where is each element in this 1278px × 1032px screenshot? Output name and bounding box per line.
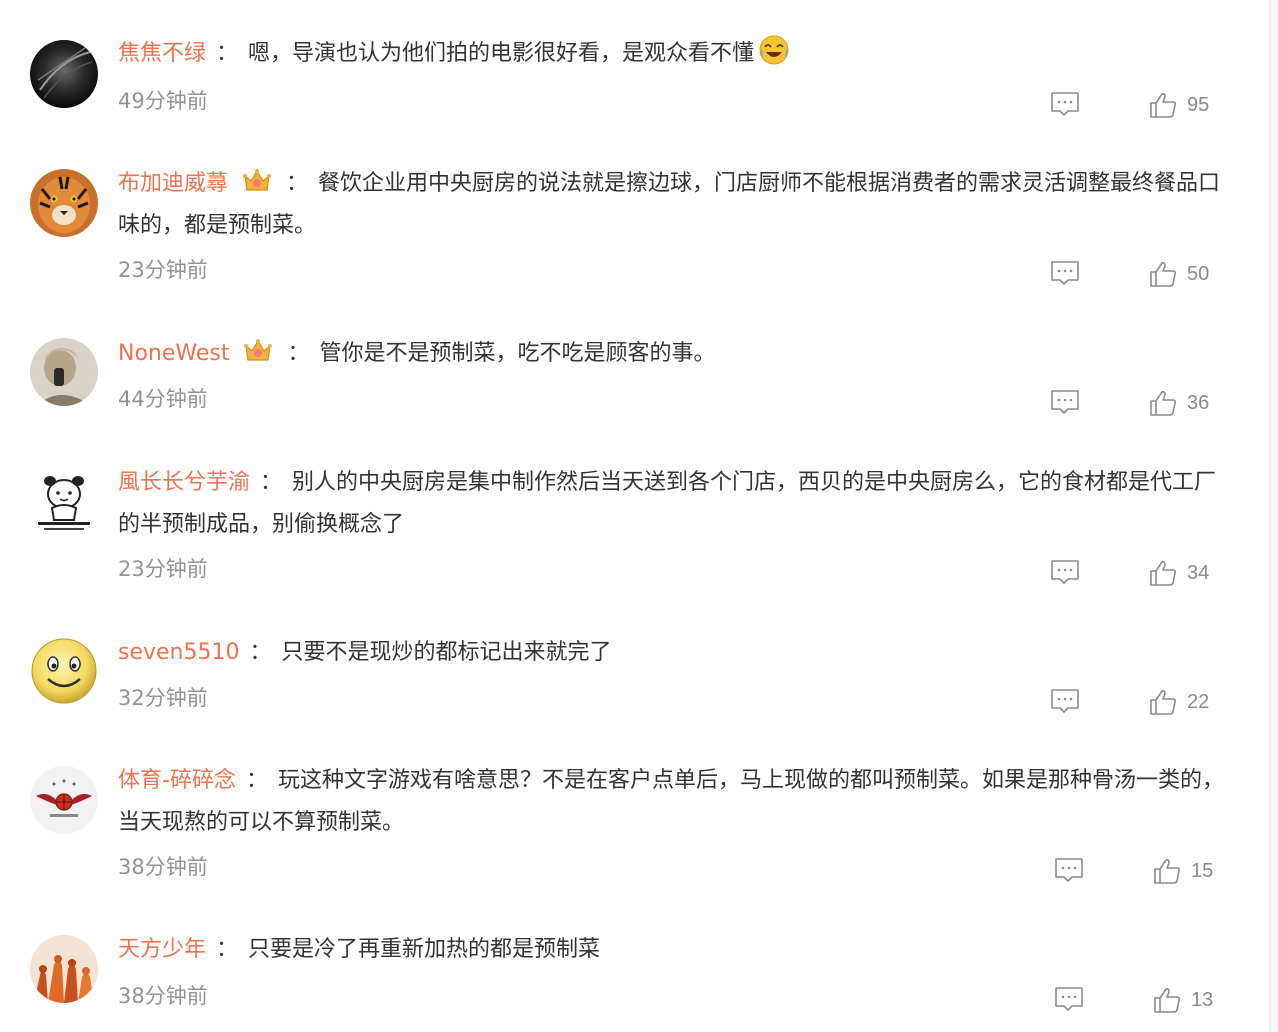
comment-time: 44分钟前 [118,387,208,411]
laughing-tears-icon [758,34,790,66]
thumbs-up-icon [1148,388,1178,418]
like-button[interactable]: 95 [1148,90,1209,120]
like-count: 50 [1187,262,1210,285]
reply-icon[interactable] [1049,558,1081,586]
comment-time: 32分钟前 [118,686,208,710]
thumbs-up-icon [1152,985,1182,1015]
thumbs-up-icon [1148,259,1178,289]
comment-time: 49分钟前 [118,89,208,113]
username[interactable]: 風长长兮芋渝 [118,470,250,495]
separator: ： [216,937,239,962]
like-button[interactable]: 34 [1148,558,1209,588]
avatar[interactable] [30,468,98,536]
username[interactable]: NoneWest [118,341,229,366]
thumbs-up-icon [1148,90,1178,120]
comment-time: 38分钟前 [118,855,208,879]
scrollbar[interactable] [1269,0,1278,1032]
like-count: 34 [1187,561,1210,584]
reply-icon[interactable] [1049,259,1081,287]
comment-text: 只要是冷了再重新加热的都是预制菜 [248,937,601,962]
like-button[interactable]: 36 [1148,388,1209,418]
reply-icon[interactable] [1049,388,1081,416]
avatar[interactable] [30,766,98,834]
username[interactable]: 体育-碎碎念 [118,768,236,793]
like-count: 36 [1187,391,1210,414]
avatar[interactable] [30,169,98,237]
username[interactable]: 布加迪威蕁 [118,171,228,196]
crown-icon [242,166,272,194]
like-button[interactable]: 22 [1148,687,1209,717]
avatar[interactable] [30,935,98,1003]
thumbs-up-icon [1148,687,1178,717]
like-count: 13 [1191,988,1214,1011]
comment-text: 玩这种文字游戏有啥意思？不是在客户点单后，马上现做的都叫预制菜。如果是那种骨汤一… [118,768,1224,835]
reply-icon[interactable] [1053,985,1085,1013]
like-button[interactable]: 50 [1148,259,1209,289]
comment-time: 38分钟前 [118,984,208,1008]
comment-text: 管你是不是预制菜，吃不吃是顾客的事。 [319,341,716,366]
like-count: 95 [1187,93,1210,116]
reply-icon[interactable] [1049,687,1081,715]
reply-icon[interactable] [1049,90,1081,118]
avatar[interactable] [30,40,98,108]
comment-time: 23分钟前 [118,557,208,581]
like-count: 22 [1187,690,1210,713]
username[interactable]: seven5510 [118,640,239,665]
avatar[interactable] [30,338,98,406]
like-button[interactable]: 15 [1152,856,1213,886]
separator: ： [249,640,272,665]
separator: ： [286,171,309,196]
separator: ： [216,41,239,66]
thumbs-up-icon [1148,558,1178,588]
comment-text: 只要不是现炒的都标记出来就完了 [281,640,612,665]
comment-time: 23分钟前 [118,258,208,282]
username[interactable]: 天方少年 [118,937,206,962]
crown-icon [243,336,273,364]
thumbs-up-icon [1152,856,1182,886]
username[interactable]: 焦焦不绿 [118,41,206,66]
separator: ： [245,768,268,793]
separator: ： [260,470,283,495]
reply-icon[interactable] [1053,856,1085,884]
avatar[interactable] [30,637,98,705]
like-count: 15 [1191,859,1214,882]
comment-text: 嗯，导演也认为他们拍的电影很好看，是观众看不懂 [248,41,755,66]
like-button[interactable]: 13 [1152,985,1213,1015]
separator: ： [287,341,310,366]
